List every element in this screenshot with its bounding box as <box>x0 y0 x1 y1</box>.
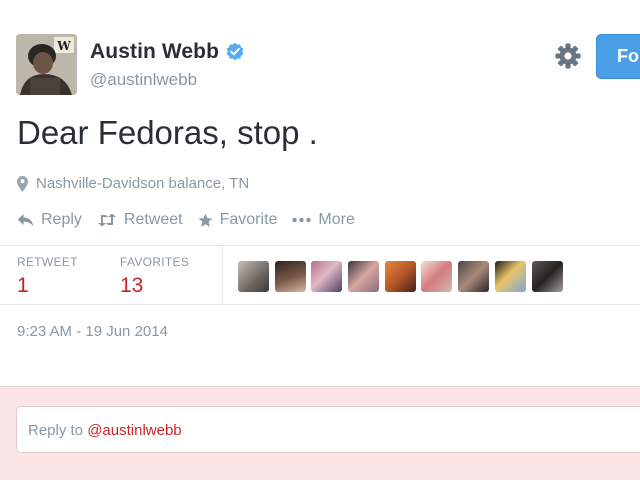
user-handle[interactable]: @austinlwebb <box>90 70 245 90</box>
more-action[interactable]: More <box>292 211 355 229</box>
tweet-timestamp[interactable]: 9:23 AM - 19 Jun 2014 <box>17 323 168 340</box>
favoriter-avatars <box>238 261 568 292</box>
favorites-stat[interactable]: FAVORITES 13 <box>120 255 189 298</box>
retweet-stat-label: RETWEET <box>17 255 78 269</box>
favorite-label: Favorite <box>219 211 278 228</box>
svg-text:W: W <box>56 39 71 53</box>
retweet-icon <box>97 213 116 227</box>
favoriter-avatar[interactable] <box>238 261 269 292</box>
reply-label: Reply <box>41 211 82 228</box>
favorites-stat-label: FAVORITES <box>120 255 190 269</box>
favorite-action[interactable]: Favorite <box>198 211 278 229</box>
stats-divider <box>222 246 223 305</box>
follow-button[interactable]: Fo <box>596 34 640 79</box>
reply-action[interactable]: Reply <box>17 211 82 229</box>
favoriter-avatar[interactable] <box>531 261 563 292</box>
location-pin-icon <box>17 175 28 192</box>
favoriter-avatar[interactable] <box>348 261 380 292</box>
tweet-location[interactable]: Nashville-Davidson balance, TN <box>17 175 249 192</box>
verified-badge-icon <box>226 42 244 61</box>
favoriter-avatar[interactable] <box>384 261 416 292</box>
star-icon <box>198 213 213 227</box>
favoriter-avatar[interactable] <box>458 261 490 292</box>
gear-icon[interactable] <box>555 43 581 69</box>
retweet-label: Retweet <box>123 211 183 228</box>
favorites-count: 13 <box>120 274 144 297</box>
retweet-action[interactable]: Retweet <box>97 211 183 229</box>
tweet-stats: RETWEET 1 FAVORITES 13 <box>0 245 640 305</box>
location-text: Nashville-Davidson balance, TN <box>36 175 250 192</box>
user-avatar[interactable]: W <box>16 34 77 95</box>
reply-prefix: Reply to <box>28 422 84 439</box>
reply-mention: @austinlwebb <box>87 422 182 439</box>
reply-input[interactable]: Reply to @austinlwebb <box>16 406 640 453</box>
favoriter-avatar[interactable] <box>421 261 453 292</box>
user-info: Austin Webb @austinlwebb <box>90 40 245 90</box>
favoriter-avatar[interactable] <box>311 261 343 292</box>
user-name[interactable]: Austin Webb <box>90 40 219 64</box>
avatar-image: W <box>16 34 77 95</box>
reply-section: Reply to @austinlwebb <box>0 386 640 480</box>
more-label: More <box>318 211 355 228</box>
favoriter-avatar[interactable] <box>274 261 306 292</box>
tweet-actions: Reply Retweet Favorite More <box>17 211 370 229</box>
reply-arrow-icon <box>17 214 34 226</box>
retweet-count: 1 <box>17 274 29 297</box>
favoriter-avatar[interactable] <box>494 261 526 292</box>
more-dots-icon <box>292 217 312 223</box>
tweet-text: Dear Fedoras, stop . <box>17 114 318 151</box>
retweet-stat[interactable]: RETWEET 1 <box>17 255 78 298</box>
